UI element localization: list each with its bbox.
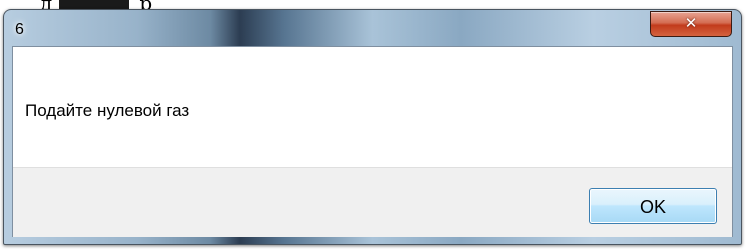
ok-button[interactable]: OK	[589, 188, 717, 224]
title-bar[interactable]: 6 ✕	[4, 10, 741, 46]
message-box-window: 6 ✕ Подайте нулевой газ OK	[3, 9, 742, 245]
dialog-content: Подайте нулевой газ OK	[12, 46, 733, 237]
button-panel: OK	[13, 167, 732, 237]
close-button[interactable]: ✕	[650, 11, 732, 37]
close-icon: ✕	[684, 14, 698, 32]
message-text: Подайте нулевой газ	[25, 101, 190, 120]
window-title: 6	[15, 21, 24, 38]
